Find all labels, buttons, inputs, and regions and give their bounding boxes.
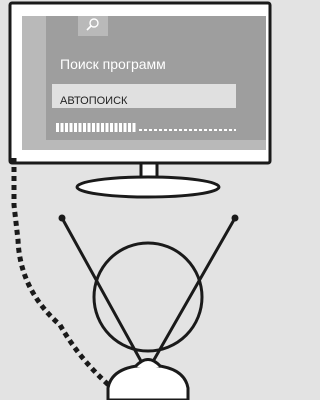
screen-title: Поиск программ <box>60 56 166 72</box>
progress-filled-segment <box>114 123 118 132</box>
progress-filled-segment <box>119 123 122 132</box>
progress-filled-segment <box>60 123 64 132</box>
progress-filled-segment <box>74 123 77 132</box>
progress-filled-segment <box>56 123 59 132</box>
progress-filled-segment <box>128 123 131 132</box>
progress-filled-segment <box>87 123 91 132</box>
antenna-base <box>106 363 190 400</box>
tv-stand-base <box>75 175 221 199</box>
progress-filled-segment <box>69 123 73 132</box>
progress-filled-segment <box>96 123 100 132</box>
progress-filled-segment <box>78 123 82 132</box>
antenna-rod-tip-left <box>58 214 66 222</box>
progress-filled-segment <box>123 123 127 132</box>
antenna-base-top <box>133 358 163 369</box>
progress-filled-segment <box>110 123 113 132</box>
antenna-loop <box>92 241 204 353</box>
progress-filled-segment <box>92 123 95 132</box>
progress-filled-segment <box>132 123 136 132</box>
progress-filled-segment <box>83 123 86 132</box>
antenna-rod-tip-right <box>231 214 239 222</box>
progress-filled-segment <box>65 123 68 132</box>
autosearch-field-text: АВТОПОИСК <box>60 95 128 107</box>
tv-antenna-illustration: Поиск программ АВТОПОИСК <box>0 0 276 400</box>
progress-filled-segment <box>101 123 104 132</box>
progress-filled-segment <box>105 123 109 132</box>
